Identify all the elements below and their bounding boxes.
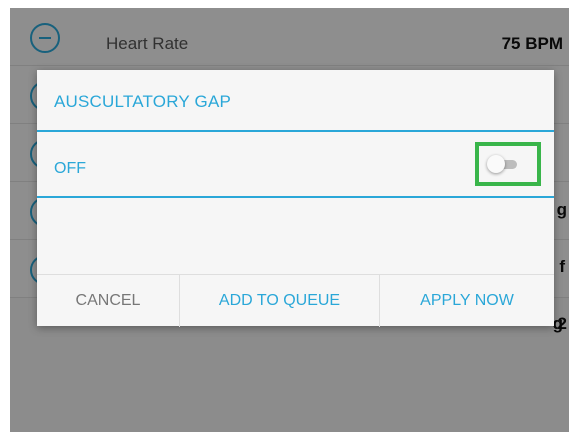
title-divider <box>37 130 554 132</box>
toggle-thumb[interactable] <box>487 155 505 173</box>
option-label: OFF <box>54 160 86 177</box>
apply-now-button[interactable]: APPLY NOW <box>380 275 554 327</box>
toggle-highlight-box <box>475 142 541 186</box>
option-divider <box>37 196 554 198</box>
dialog-actions: CANCEL ADD TO QUEUE APPLY NOW <box>37 274 554 327</box>
auscultatory-gap-dialog: AUSCULTATORY GAP OFF CANCEL ADD TO QUEUE… <box>37 70 554 327</box>
left-gutter <box>0 0 10 432</box>
add-to-queue-button[interactable]: ADD TO QUEUE <box>180 275 380 327</box>
dialog-title: AUSCULTATORY GAP <box>54 92 232 111</box>
cancel-button[interactable]: CANCEL <box>37 275 180 327</box>
